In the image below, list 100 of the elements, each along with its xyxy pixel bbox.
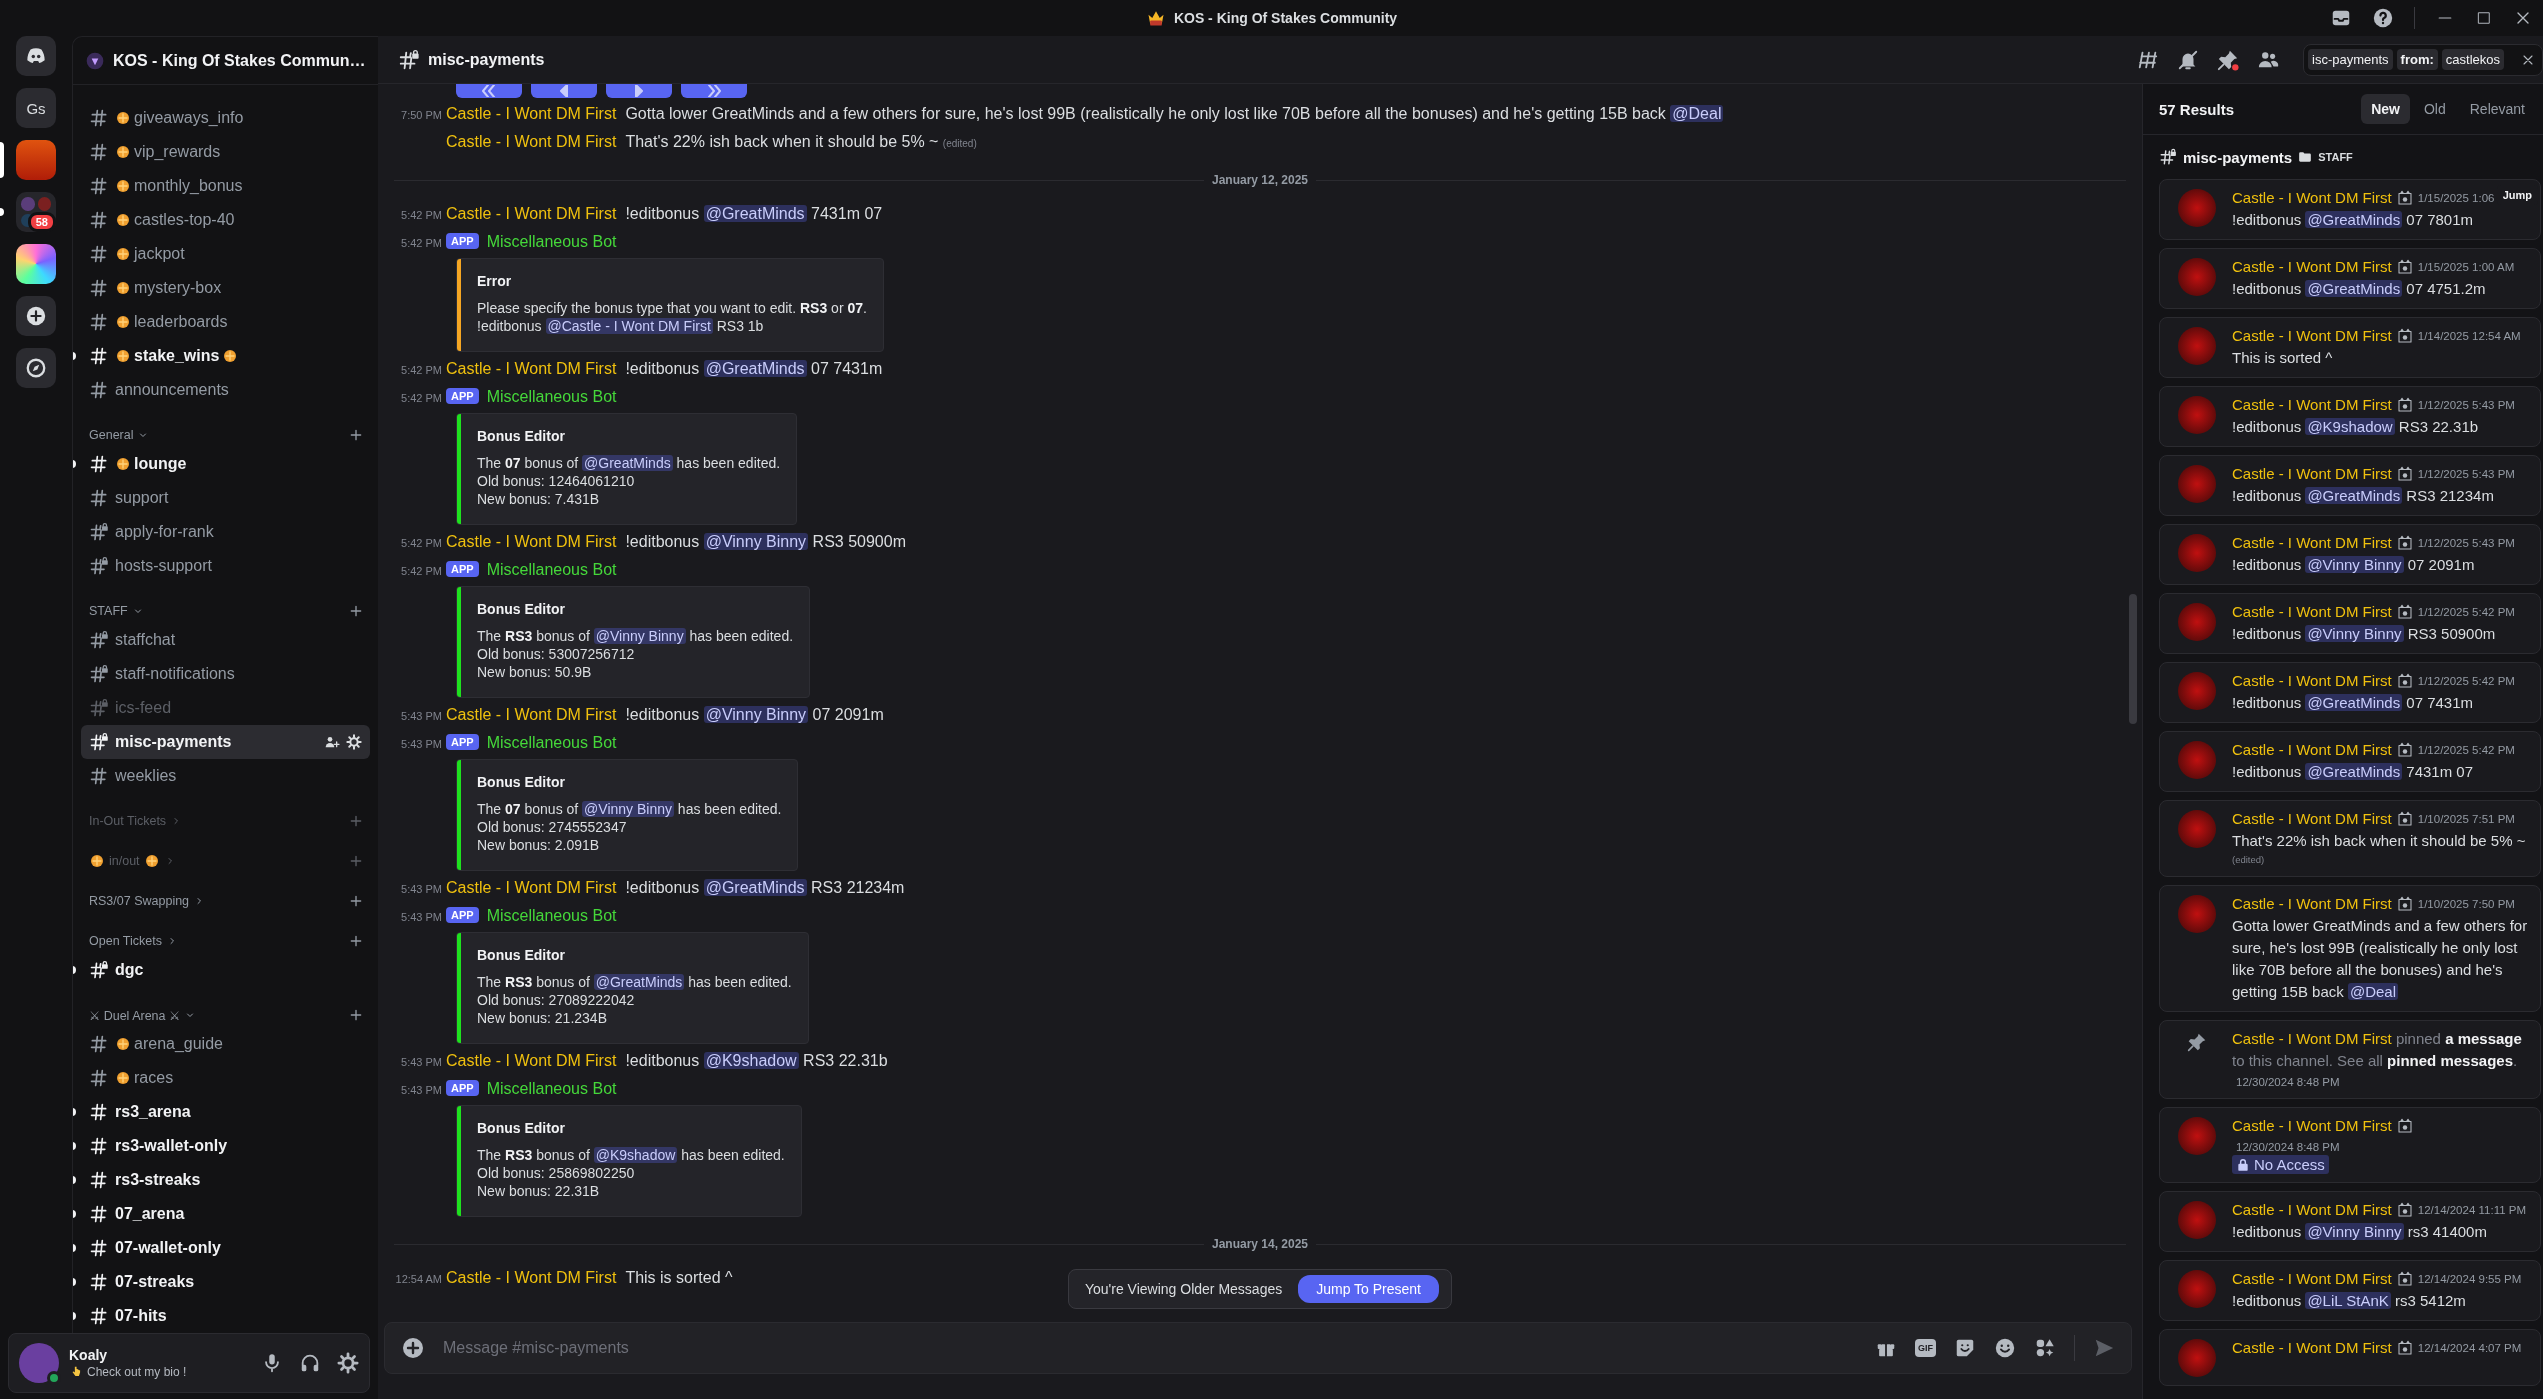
username[interactable]: Castle - I Wont DM First	[446, 533, 617, 551]
pinned-messages-icon[interactable]	[2217, 48, 2239, 71]
username[interactable]: Castle - I Wont DM First	[446, 1269, 617, 1287]
sort-tab[interactable]: Relevant	[2459, 94, 2535, 124]
mention-link[interactable]: @LiL StAnK	[2305, 1292, 2391, 1309]
channel-item[interactable]: announcements	[81, 373, 370, 407]
username[interactable]: Castle - I Wont DM First	[446, 205, 617, 223]
channel-item[interactable]: jackpot	[81, 237, 370, 271]
mention-link[interactable]: @Vinny Binny	[582, 801, 674, 817]
search-result[interactable]: Castle - I Wont DM First 1/10/2025 7:50 PM Gotta lower GreatMinds and a few others for sure, he's lost 99B (realistically he only lost like 70B before all the bonuses) and he's getting 15B back @Deal	[2159, 885, 2541, 1012]
username[interactable]: Castle - I Wont DM First	[2232, 256, 2392, 278]
mention-link[interactable]: @K9shadow	[703, 1052, 799, 1069]
pager-button[interactable]	[531, 84, 597, 98]
username[interactable]: Castle - I Wont DM First	[2232, 1199, 2392, 1221]
mention-link[interactable]: @Deal	[2347, 983, 2398, 1000]
username[interactable]: Miscellaneous Bot	[486, 233, 617, 251]
settings-icon[interactable]	[337, 1352, 359, 1374]
channel-item[interactable]: arena_guide	[81, 1027, 370, 1061]
channel-item[interactable]: lounge	[81, 447, 370, 481]
message-input[interactable]: Message #misc-payments GIF	[384, 1322, 2132, 1374]
mention-link[interactable]: @GreatMinds	[582, 455, 673, 471]
channel-item[interactable]: rs3-wallet-only	[81, 1129, 370, 1163]
help-icon[interactable]	[2372, 7, 2394, 29]
channel-item[interactable]: castles-top-40	[81, 203, 370, 237]
category-header[interactable]: Open Tickets	[73, 929, 378, 953]
search-result[interactable]: Castle - I Wont DM First 1/12/2025 5:42 PM !editbonus @GreatMinds 7431m 07	[2159, 731, 2541, 792]
username[interactable]: Castle - I Wont DM First	[2232, 532, 2392, 554]
username[interactable]: Castle - I Wont DM First	[2232, 463, 2392, 485]
search-result[interactable]: Castle - I Wont DM First 1/12/2025 5:43 PM !editbonus @K9shadow RS3 22.31b	[2159, 386, 2541, 447]
channel-item[interactable]: giveaways_info	[81, 101, 370, 135]
mention-link[interactable]: @GreatMinds	[2305, 694, 2403, 711]
channel-item[interactable]: apply-for-rank	[81, 515, 370, 549]
sticker-icon[interactable]	[1954, 1337, 1976, 1359]
search-result[interactable]: Castle - I Wont DM First 1/12/2025 5:43 PM !editbonus @GreatMinds RS3 21234m	[2159, 455, 2541, 516]
search-result[interactable]: Castle - I Wont DM First 12/14/2024 11:11 PM !editbonus @Vinny Binny rs3 41400m	[2159, 1191, 2541, 1252]
username[interactable]: Castle - I Wont DM First	[2232, 1337, 2392, 1359]
mention-link[interactable]: @GreatMinds	[2305, 763, 2403, 780]
channel-item[interactable]: dgc	[81, 953, 370, 987]
search-result[interactable]: Castle - I Wont DM First 1/12/2025 5:43 PM !editbonus @Vinny Binny 07 2091m	[2159, 524, 2541, 585]
search-result[interactable]: Castle - I Wont DM First 1/15/2025 1:00 AM !editbonus @GreatMinds 07 4751.2m	[2159, 248, 2541, 309]
search-field[interactable]: isc-payments from: castlekos	[2303, 43, 2543, 76]
plus-icon[interactable]	[348, 933, 364, 949]
mention-link[interactable]: @Deal	[1670, 105, 1724, 122]
username[interactable]: Miscellaneous Bot	[486, 388, 617, 406]
username[interactable]: Castle - I Wont DM First	[446, 879, 617, 897]
user-avatar[interactable]	[19, 1343, 59, 1383]
channel-item[interactable]: races	[81, 1061, 370, 1095]
channel-item[interactable]: 07-wallet-only	[81, 1231, 370, 1265]
channel-item[interactable]: staffchat	[81, 623, 370, 657]
discover-button[interactable]	[16, 348, 56, 388]
scrollbar-thumb[interactable]	[2129, 594, 2137, 724]
username[interactable]: Miscellaneous Bot	[486, 907, 617, 925]
mention-link[interactable]: @GreatMinds	[593, 974, 685, 990]
username[interactable]: Castle - I Wont DM First	[2232, 601, 2392, 623]
channel-item[interactable]: monthly_bonus	[81, 169, 370, 203]
plus-icon[interactable]	[348, 427, 364, 443]
channel-item[interactable]: rs3-streaks	[81, 1163, 370, 1197]
attach-icon[interactable]	[401, 1336, 425, 1360]
username[interactable]: Castle - I Wont DM First	[446, 1052, 617, 1070]
gif-button[interactable]: GIF	[1915, 1339, 1936, 1357]
mention-link[interactable]: @GreatMinds	[2305, 487, 2403, 504]
mention-link[interactable]: @Vinny Binny	[2305, 1223, 2404, 1240]
username[interactable]: Castle - I Wont DM First	[2232, 1268, 2392, 1290]
add-server-button[interactable]	[16, 296, 56, 336]
search-result[interactable]: Castle - I Wont DM First 1/12/2025 5:42 PM !editbonus @GreatMinds 07 7431m	[2159, 662, 2541, 723]
channel-item[interactable]: staff-notifications	[81, 657, 370, 691]
mention-link[interactable]: @Vinny Binny	[703, 706, 809, 723]
mute-icon[interactable]	[2177, 48, 2199, 71]
search-result[interactable]: Castle - I Wont DM First 1/15/2025 1:06 Jump !editbonus @GreatMinds 07 7801m	[2159, 179, 2541, 240]
add-member-icon[interactable]	[324, 734, 340, 750]
mention-link[interactable]: @Castle - I Wont DM First	[545, 318, 713, 334]
plus-icon[interactable]	[348, 603, 364, 619]
plus-icon[interactable]	[348, 1007, 364, 1023]
search-result[interactable]: Castle - I Wont DM First 12/14/2024 9:55 PM !editbonus @LiL StAnK rs3 5412m	[2159, 1260, 2541, 1321]
username[interactable]: Castle - I Wont DM First	[2232, 187, 2392, 209]
category-header[interactable]: RS3/07 Swapping	[73, 889, 378, 913]
home-button[interactable]	[16, 36, 56, 76]
search-result[interactable]: Castle - I Wont DM First 1/14/2025 12:54 AM This is sorted ^	[2159, 317, 2541, 378]
username[interactable]: Castle - I Wont DM First	[2232, 1030, 2392, 1047]
username[interactable]: Castle - I Wont DM First	[2232, 808, 2392, 830]
category-header[interactable]: STAFF	[73, 599, 378, 623]
settings-icon[interactable]	[346, 734, 362, 750]
channel-item[interactable]: 07-hits	[81, 1299, 370, 1333]
username[interactable]: Castle - I Wont DM First	[446, 360, 617, 378]
server-folder[interactable]: 58	[16, 192, 56, 232]
channel-item[interactable]: stake_wins	[81, 339, 370, 373]
category-header[interactable]: General	[73, 423, 378, 447]
mention-link[interactable]: @Vinny Binny	[593, 628, 686, 644]
channel-item[interactable]: hosts-support	[81, 549, 370, 583]
jump-to-present-button[interactable]: Jump To Present	[1298, 1275, 1439, 1303]
search-result[interactable]: Castle - I Wont DM First 12/30/2024 8:48 PM No Access	[2159, 1107, 2541, 1183]
sort-tab[interactable]: New	[2361, 94, 2410, 124]
pager-button[interactable]	[456, 84, 522, 98]
mention-link[interactable]: @GreatMinds	[2305, 280, 2403, 297]
search-result[interactable]: Castle - I Wont DM First 1/10/2025 7:51 PM That's 22% ish back when it should be 5% ~ (edited)	[2159, 800, 2541, 877]
pager-button[interactable]	[681, 84, 747, 98]
search-result[interactable]: Castle - I Wont DM First pinned a message to this channel. See all pinned messages. 12/30/2024 8:48 PM	[2159, 1020, 2541, 1099]
username[interactable]: Miscellaneous Bot	[486, 734, 617, 752]
channel-item[interactable]: support	[81, 481, 370, 515]
server-icon[interactable]	[16, 244, 56, 284]
